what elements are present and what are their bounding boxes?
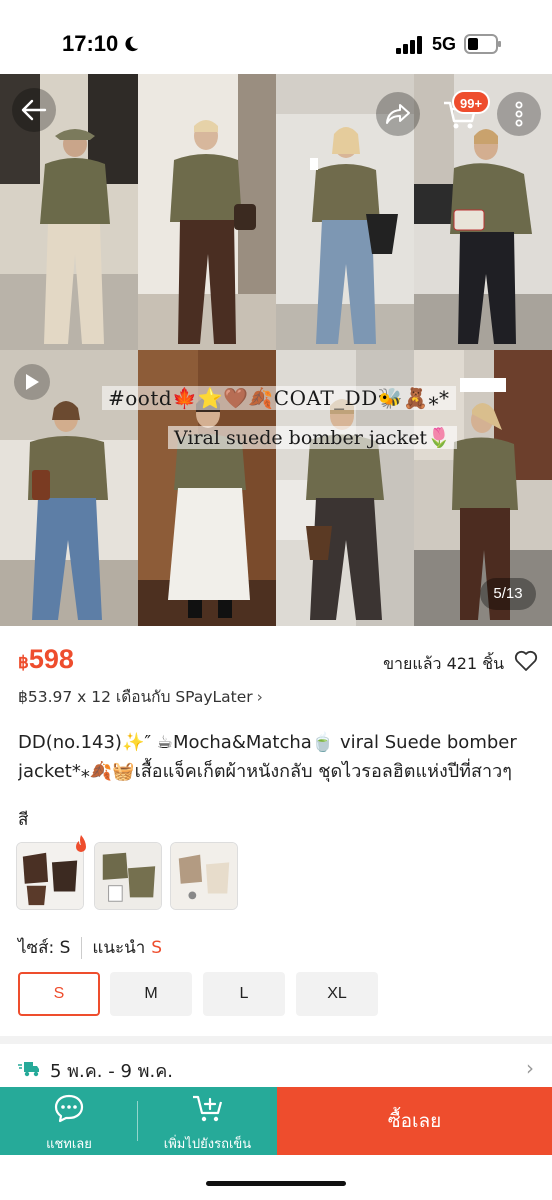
chevron-right-icon: › (526, 1056, 534, 1080)
home-indicator (206, 1181, 346, 1186)
play-video-button[interactable] (14, 364, 50, 400)
share-icon (386, 104, 410, 124)
chat-icon (54, 1094, 84, 1123)
shipping-row[interactable]: 5 พ.ค. - 9 พ.ค. › (18, 1056, 534, 1086)
back-arrow-icon (21, 99, 47, 121)
moon-icon (125, 36, 139, 52)
product-image-gallery[interactable]: #ootd🍁⭐🤎🍂COAT_DD🐝🧸⁎* Viral suede bomber … (0, 74, 552, 626)
color-option[interactable] (170, 842, 238, 910)
add-to-cart-icon (193, 1095, 223, 1122)
cart-count-badge: 99+ (452, 90, 491, 114)
gallery-caption-title: Viral suede bomber jacket🌷 (168, 426, 457, 449)
back-button[interactable] (12, 88, 56, 132)
size-option-l[interactable]: L (203, 972, 285, 1016)
product-price: ฿598 (18, 644, 74, 675)
size-label: ไซส์: S (18, 938, 71, 958)
price-value: 598 (28, 644, 74, 674)
paylater-installment[interactable]: ฿53.97 x 12 เดือนกับ SPayLater › (18, 684, 263, 709)
more-icon (515, 101, 523, 127)
chevron-right-icon: › (256, 688, 263, 706)
size-divider (81, 937, 82, 959)
size-option-m[interactable]: M (110, 972, 192, 1016)
currency-symbol: ฿ (18, 653, 29, 672)
size-option-xl[interactable]: XL (296, 972, 378, 1016)
network-type: 5G (432, 34, 457, 54)
flame-icon (76, 835, 86, 852)
buy-now-button[interactable]: ซื้อเลย (277, 1087, 552, 1155)
size-summary: ไซส์: S แนะนำ S (18, 934, 162, 961)
signal-icon (396, 36, 422, 54)
image-page-counter: 5/13 (480, 578, 536, 610)
size-option-s[interactable]: S (18, 972, 100, 1016)
more-options-button[interactable] (497, 92, 541, 136)
product-title: DD(no.143)✨″ ☕Mocha&Matcha🍵 viral Suede … (18, 732, 517, 782)
section-divider (0, 1036, 552, 1044)
price-row: ฿598 ขายแล้ว 421 ชิ้น (18, 644, 538, 678)
status-bar: 17:10 5G (0, 0, 552, 74)
heart-icon[interactable] (514, 650, 538, 672)
color-label: สี (18, 810, 29, 830)
chat-button[interactable]: แชทเลย (0, 1087, 138, 1155)
play-icon (26, 374, 39, 390)
recommend-value: S (151, 938, 163, 958)
add-to-cart-label: เพิ่มไปยังรถเข็น (163, 1137, 252, 1152)
installment-text: ฿53.97 x 12 เดือนกับ SPayLater (18, 688, 253, 706)
color-option[interactable] (94, 842, 162, 910)
share-button[interactable] (376, 92, 420, 136)
add-to-cart-button[interactable]: เพิ่มไปยังรถเข็น (138, 1087, 277, 1155)
recommend-label: แนะนำ (92, 938, 146, 958)
product-photo (138, 74, 276, 350)
status-time: 17:10 (62, 31, 119, 56)
delivery-date-range: 5 พ.ค. - 9 พ.ค. (50, 1061, 173, 1082)
bottom-action-bar: แชทเลย เพิ่มไปยังรถเข็น ซื้อเลย (0, 1087, 552, 1155)
battery-icon (464, 34, 501, 54)
chat-label: แชทเลย (46, 1137, 92, 1152)
sold-count: ขายแล้ว 421 ชิ้น (383, 654, 504, 673)
delivery-truck-icon (18, 1062, 39, 1077)
gallery-caption-hashtag: #ootd🍁⭐🤎🍂COAT_DD🐝🧸⁎* (102, 386, 456, 410)
